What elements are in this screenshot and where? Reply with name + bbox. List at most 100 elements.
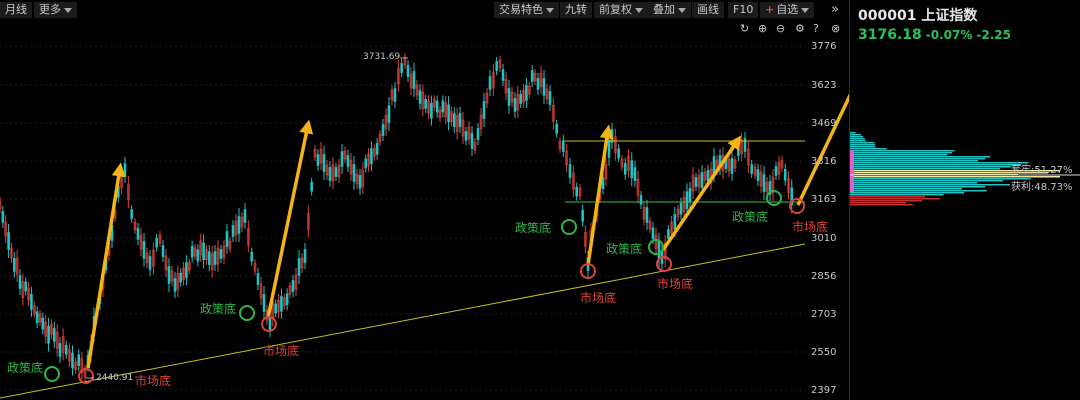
candle-body [30, 294, 33, 310]
candle-body [562, 140, 565, 152]
chip-bar [850, 142, 875, 144]
candle-body [774, 166, 778, 176]
chip-bar [850, 194, 944, 196]
candle-body [530, 70, 534, 82]
market-bottom-label: 市场底 [580, 291, 617, 305]
axis-label: 3776 [811, 41, 837, 52]
candle-body [346, 155, 350, 167]
candle-body [381, 124, 385, 136]
profit-ratio: 获利:48.73% [1011, 182, 1073, 193]
bottom-marker-circle [239, 305, 255, 321]
candle-body [464, 131, 468, 141]
quote-panel: 000001 上证指数 3176.18 -0.07% -2.25 套牢:51.27%… [850, 0, 1080, 400]
chip-bar [850, 150, 955, 152]
chip-bar [850, 200, 922, 202]
market-bottom-label: 市场底 [792, 220, 829, 234]
candle-body [639, 195, 643, 205]
candle-body [202, 242, 205, 261]
candle-body [250, 251, 253, 262]
candle-body [393, 88, 397, 102]
chip-bar [850, 148, 887, 150]
candle-body [712, 156, 716, 174]
candle-body [441, 100, 445, 113]
candle-body [495, 61, 498, 71]
candle-body [334, 167, 338, 177]
trapped-ratio: 套牢:51.27% [1011, 165, 1073, 176]
candle-body [470, 133, 474, 149]
candle-body [706, 170, 710, 182]
uptrend-arrow [266, 119, 314, 319]
candle-body [297, 258, 301, 276]
candle-body [452, 113, 456, 127]
chip-bar [850, 186, 985, 188]
candle-body [657, 240, 661, 259]
candle-body [743, 138, 747, 152]
candle-body [123, 163, 127, 177]
candle-body [213, 251, 217, 265]
candle-body [268, 317, 272, 331]
chip-bar [850, 132, 856, 134]
candle-body [685, 191, 689, 210]
chip-bar [850, 134, 862, 136]
axis-label: 3469 [811, 118, 837, 129]
policy-bottom-label: 政策底 [515, 221, 552, 235]
chip-bar [850, 202, 906, 204]
candle-body [370, 148, 373, 164]
policy-bottom-label: 政策底 [200, 302, 237, 316]
candle-body [136, 228, 140, 240]
chip-bar [850, 178, 1031, 180]
candle-body [185, 262, 188, 278]
candle-body [617, 148, 620, 159]
candle-body [548, 91, 552, 105]
candle-body [575, 186, 578, 197]
candle-body [783, 168, 787, 181]
candle-body [52, 328, 56, 342]
chip-bar [850, 168, 1000, 170]
axis-label: 3623 [811, 80, 837, 91]
candle-body [35, 311, 39, 324]
chip-bar [850, 182, 978, 184]
candle-body [256, 273, 260, 285]
candle-body [418, 90, 422, 104]
candle-body [340, 151, 344, 167]
market-bottom-label: 市场底 [135, 374, 172, 388]
candle-body [645, 207, 649, 223]
cost-range-marker [850, 150, 854, 192]
candle-body [630, 160, 634, 179]
candle-body [41, 317, 45, 330]
candle-body [196, 249, 200, 262]
candle-body [167, 266, 171, 284]
policy-bottom-label: 政策底 [606, 242, 643, 256]
kline-chart[interactable] [0, 0, 850, 400]
chip-bar [850, 154, 948, 156]
candle-body [430, 102, 433, 119]
bottom-marker-circle [44, 366, 60, 382]
candle-body [225, 231, 229, 247]
candle-body [352, 164, 356, 182]
candle-body [458, 113, 462, 127]
candle-body [519, 94, 523, 104]
candle-body [536, 78, 540, 90]
uptrend-arrow [586, 124, 614, 266]
chip-bar [850, 160, 978, 162]
candle-body [476, 128, 480, 140]
candle-body [179, 272, 183, 283]
chip-bar [850, 164, 1021, 166]
candle-body [507, 88, 511, 106]
candle-body [700, 172, 704, 188]
candle-body [673, 214, 677, 230]
chip-bar [850, 140, 866, 142]
uptrend-arrow [661, 135, 742, 251]
candle-body [207, 251, 211, 265]
candle-body [737, 144, 740, 156]
candle-body [18, 275, 22, 289]
candle-body [651, 227, 655, 240]
candle-body [274, 303, 278, 314]
candle-body [71, 352, 74, 369]
candle-body [77, 354, 81, 367]
chip-bar [850, 146, 876, 148]
candle-body [58, 343, 62, 357]
chip-bar [850, 198, 940, 200]
chip-bar [850, 136, 864, 138]
candle-body [762, 174, 766, 192]
